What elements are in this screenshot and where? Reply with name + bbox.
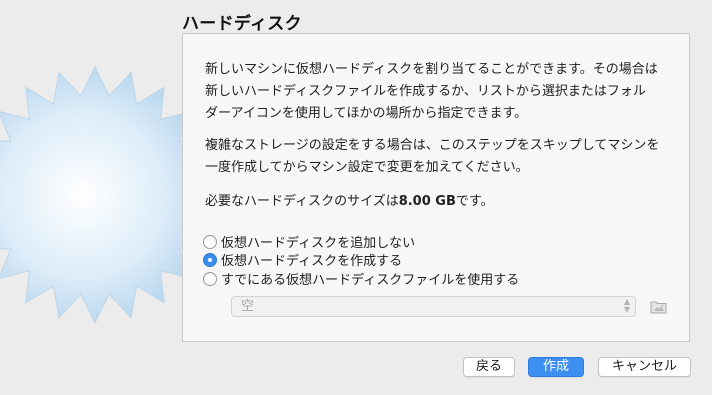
radio-button[interactable]: [203, 271, 217, 286]
cancel-button[interactable]: キャンセル: [598, 357, 691, 377]
radio-button[interactable]: [203, 234, 217, 249]
create-button[interactable]: 作成: [528, 357, 584, 377]
radio-button[interactable]: [203, 252, 217, 267]
intro-text: 新しいマシンに仮想ハードディスクを割り当てることができます。その場合は 新しいハ…: [205, 62, 658, 121]
up-down-chevron-icon: ▲ ▼: [623, 297, 630, 314]
option-no-disk[interactable]: 仮想ハードディスクを追加しない: [203, 232, 415, 251]
size-text: 必要なハードディスクのサイズは8.00 GBです。: [205, 194, 494, 209]
size-value: 8.00 GB: [398, 194, 456, 209]
starburst-image: [0, 65, 200, 325]
option-label: すでにある仮想ハードディスクファイルを使用する: [221, 273, 520, 288]
option-existing-disk[interactable]: すでにある仮想ハードディスクファイルを使用する: [203, 269, 519, 288]
content-panel: 新しいマシンに仮想ハードディスクを割り当てることができます。その場合は 新しいハ…: [182, 33, 690, 342]
disk-select[interactable]: 空 ▲ ▼: [231, 296, 636, 317]
disk-select-value: 空: [241, 299, 255, 314]
page-title: ハードディスク: [182, 14, 302, 34]
folder-icon: [650, 301, 667, 313]
option-label: 仮想ハードディスクを追加しない: [221, 236, 416, 251]
skip-text: 複雑なストレージの設定をする場合は、このステップをスキップしてマシンを 一度作成…: [205, 138, 660, 175]
option-label: 仮想ハードディスクを作成する: [221, 254, 403, 269]
option-create-disk[interactable]: 仮想ハードディスクを作成する: [203, 250, 402, 269]
choose-disk-button[interactable]: [648, 296, 670, 317]
back-button[interactable]: 戻る: [463, 357, 515, 377]
